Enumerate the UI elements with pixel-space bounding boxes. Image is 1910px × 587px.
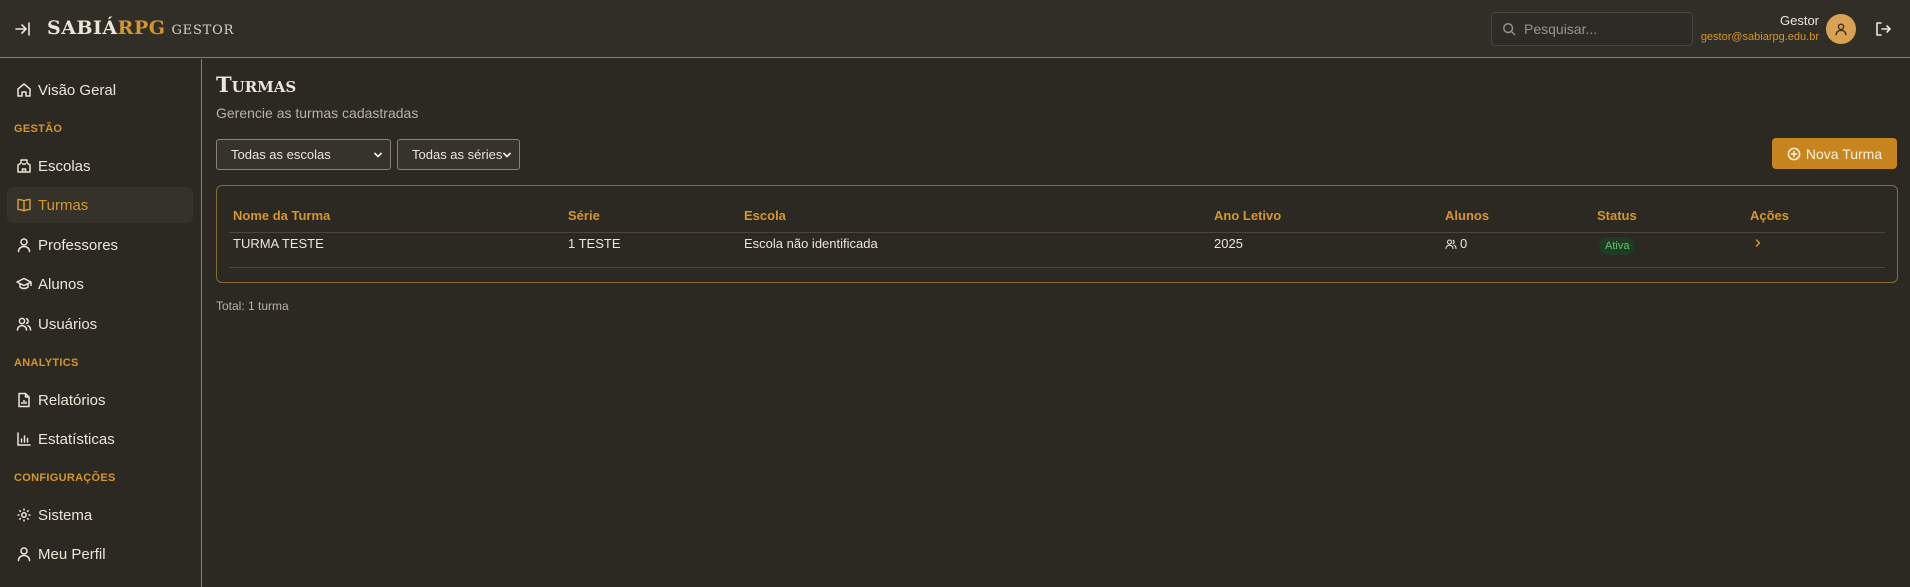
sidebar-item-label: Estatísticas [38, 430, 115, 448]
column-header-school[interactable]: Escola [744, 208, 786, 223]
user-name: Gestor [1779, 13, 1819, 28]
search-icon [1503, 23, 1516, 36]
sidebar-item-label: Relatórios [38, 391, 106, 409]
app-logo[interactable]: SABIÁ RPG GESTOR [47, 17, 234, 41]
report-file-icon [18, 392, 30, 408]
user-icon [17, 238, 31, 253]
collapse-sidebar-icon[interactable] [13, 19, 33, 39]
users-icon [1445, 238, 1457, 249]
header-divider [229, 232, 1885, 233]
user-icon [17, 547, 31, 562]
grade-filter-select[interactable]: Todas as séries [397, 139, 520, 170]
school-filter-select[interactable]: Todas as escolas [216, 139, 391, 170]
cell-school: Escola não identificada [744, 236, 878, 251]
users-icon [16, 317, 32, 331]
sidebar-item-escolas[interactable]: Escolas [7, 148, 193, 184]
logout-icon[interactable] [1873, 19, 1893, 39]
status-badge: Ativa [1599, 237, 1636, 255]
sidebar-item-overview[interactable]: Visão Geral [7, 72, 193, 108]
sidebar-item-professores[interactable]: Professores [7, 227, 193, 263]
chevron-down-icon [503, 152, 511, 158]
column-header-actions: Ações [1750, 208, 1790, 223]
sidebar-item-label: Alunos [38, 275, 84, 293]
brand-name-part2: RPG [117, 17, 166, 39]
total-count: Total: 1 turma [216, 299, 289, 313]
sidebar-item-label: Meu Perfil [38, 545, 106, 563]
page-title: Turmas [216, 72, 297, 97]
column-header-name[interactable]: Nome da Turma [233, 208, 330, 223]
cell-students: 0 [1445, 236, 1467, 251]
cell-year: 2025 [1214, 236, 1243, 251]
main-content: Turmas Gerencie as turmas cadastradas To… [203, 59, 1910, 587]
sidebar-item-label: Escolas [38, 157, 91, 175]
bar-chart-icon [17, 432, 31, 446]
row-divider [229, 267, 1885, 268]
sidebar-item-turmas[interactable]: Turmas [7, 187, 193, 223]
new-class-button-label: Nova Turma [1805, 145, 1883, 162]
chevron-right-icon[interactable] [1750, 235, 1766, 251]
chevron-down-icon [374, 152, 382, 158]
column-header-status[interactable]: Status [1597, 208, 1637, 223]
book-open-icon [17, 198, 31, 212]
home-icon [17, 83, 31, 97]
sidebar-item-label: Professores [38, 236, 119, 254]
column-header-grade[interactable]: Série [568, 208, 600, 223]
top-bar: SABIÁ RPG GESTOR Gestor gestor@sabiarpg.… [0, 0, 1910, 58]
sidebar-item-meu-perfil[interactable]: Meu Perfil [7, 536, 193, 572]
cell-class-name: TURMA TESTE [233, 236, 324, 251]
sidebar: Visão Geral GESTÃO Escolas Turmas Profes… [0, 59, 202, 587]
new-class-button[interactable]: Nova Turma [1772, 138, 1897, 169]
sidebar-item-sistema[interactable]: Sistema [7, 497, 193, 533]
sidebar-item-usuarios[interactable]: Usuários [7, 306, 193, 342]
sidebar-item-label: Sistema [38, 506, 93, 524]
page-subtitle: Gerencie as turmas cadastradas [216, 105, 419, 121]
plus-circle-icon [1787, 147, 1801, 160]
user-email: gestor@sabiarpg.edu.br [1700, 31, 1819, 43]
classes-table: Nome da Turma Série Escola Ano Letivo Al… [216, 185, 1898, 283]
sidebar-item-label: Turmas [38, 196, 89, 214]
user-icon [1835, 23, 1847, 36]
section-label-analytics: ANALYTICS [14, 357, 79, 369]
column-header-year[interactable]: Ano Letivo [1214, 208, 1281, 223]
graduation-cap-icon [16, 277, 32, 290]
sidebar-item-label: Usuários [38, 315, 98, 333]
sidebar-item-relatorios[interactable]: Relatórios [7, 382, 193, 418]
search-input[interactable] [1524, 21, 1684, 37]
cell-grade: 1 TESTE [568, 236, 621, 251]
search-box[interactable] [1491, 12, 1693, 46]
sidebar-item-label: Visão Geral [38, 81, 117, 99]
school-icon [17, 159, 31, 173]
school-filter-value: Todas as escolas [231, 147, 331, 162]
section-label-configuracoes: CONFIGURAÇÕES [14, 472, 116, 484]
student-count: 0 [1460, 236, 1468, 251]
grade-filter-value: Todas as séries [412, 147, 503, 162]
gear-icon [17, 508, 31, 522]
sidebar-item-estatisticas[interactable]: Estatísticas [7, 421, 193, 457]
column-header-students[interactable]: Alunos [1445, 208, 1489, 223]
sidebar-item-alunos[interactable]: Alunos [7, 266, 193, 302]
section-label-gestao: GESTÃO [14, 123, 63, 135]
avatar[interactable] [1826, 14, 1856, 44]
brand-name-part1: SABIÁ [47, 17, 118, 39]
brand-role: GESTOR [171, 23, 235, 38]
